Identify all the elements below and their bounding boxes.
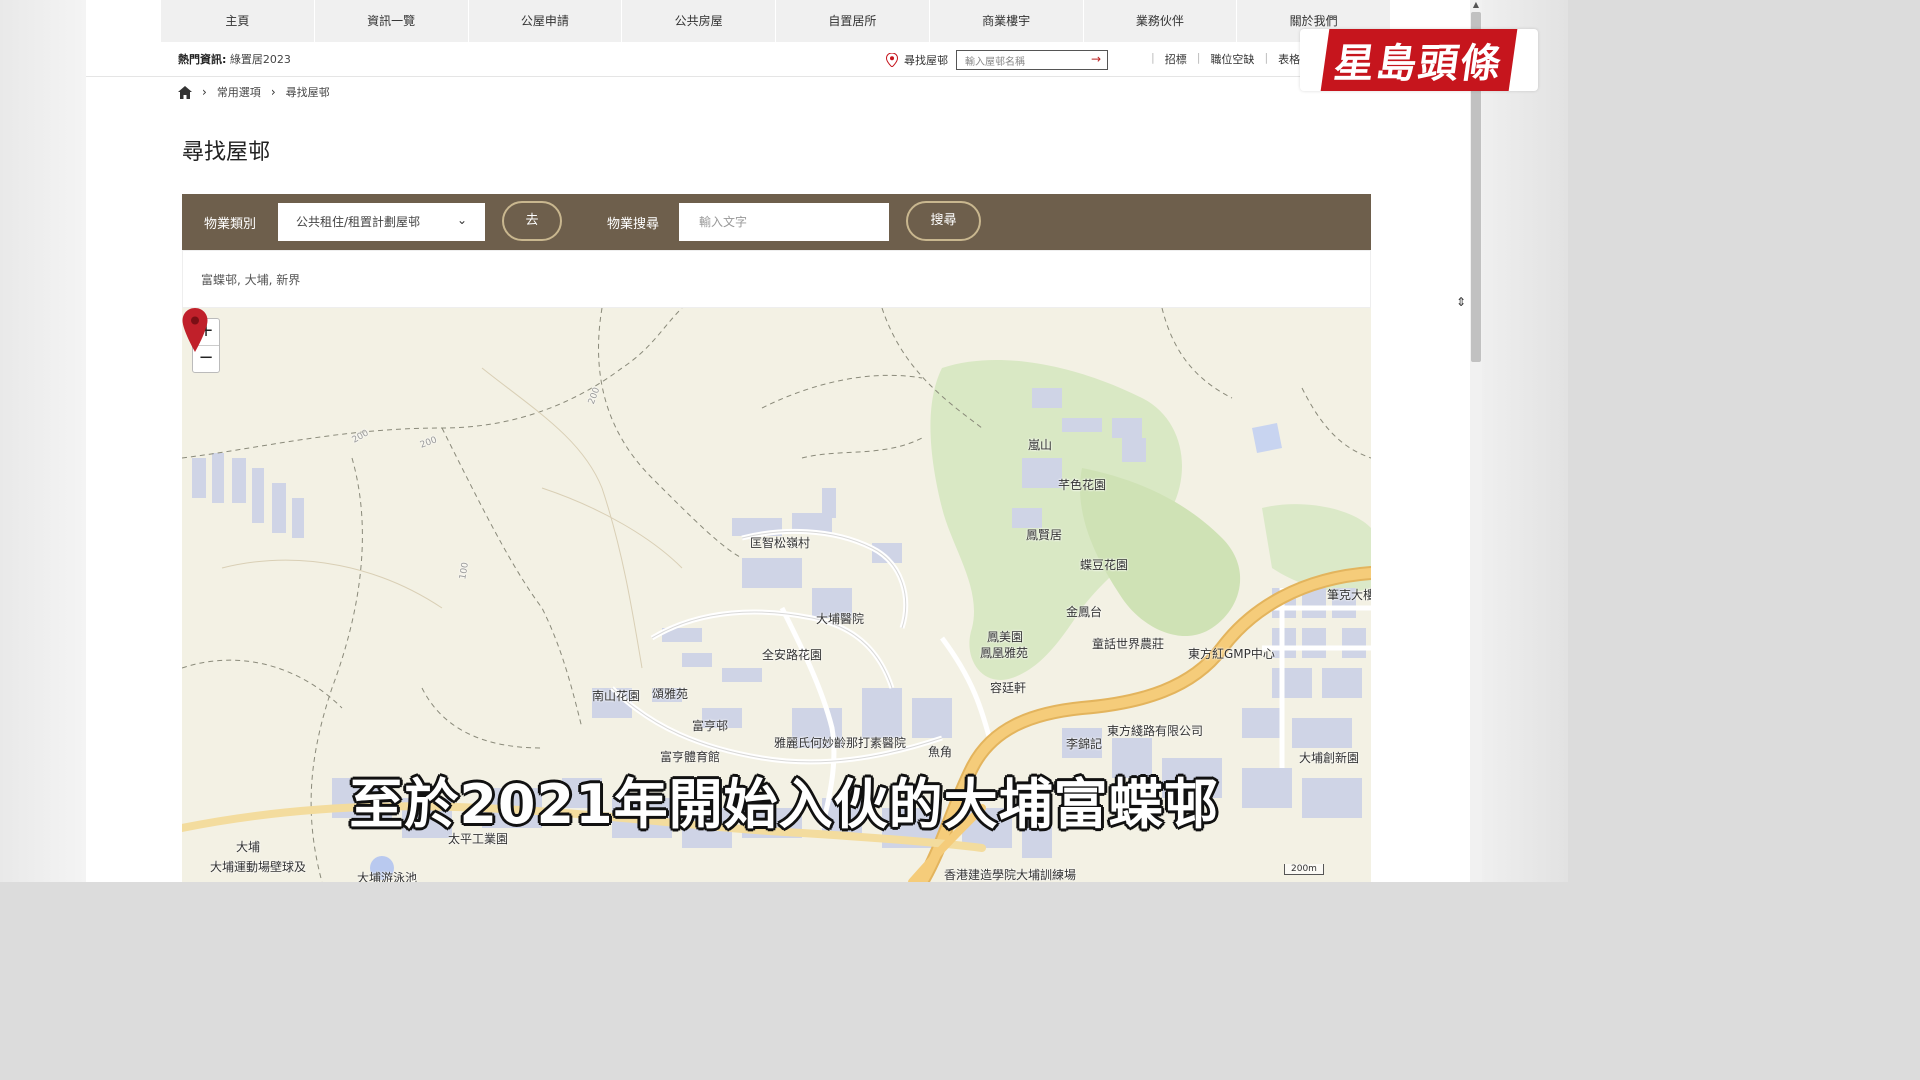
scroll-up-icon[interactable]: ▲ [1471, 0, 1481, 10]
link-tender[interactable]: 招標 [1165, 51, 1187, 67]
map-label: 全安路花園 [762, 648, 823, 662]
map-label: 東方紅GMP中心 [1188, 647, 1275, 661]
divider: | [1264, 51, 1269, 64]
video-caption: 至於2021年開始入伙的大埔富蝶邨 [349, 773, 1219, 836]
nav-application[interactable]: 公屋申請 [469, 0, 623, 42]
map-label: 金鳳台 [1066, 605, 1103, 619]
page-title: 尋找屋邨 [182, 140, 271, 165]
nav-partners[interactable]: 業務伙伴 [1084, 0, 1238, 42]
map-label: 鳳賢居 [1026, 528, 1063, 542]
map-label: 雅麗氏何妙齡那打素醫院 [774, 736, 907, 750]
map-label: 香港建造學院大埔訓練場 [944, 868, 1077, 882]
breadcrumb-common[interactable]: 常用選項 [217, 84, 261, 100]
arrow-right-icon[interactable]: → [1091, 52, 1101, 66]
category-label: 物業類別 [204, 217, 257, 232]
nav-home[interactable]: 主頁 [161, 0, 315, 42]
search-input[interactable]: 輸入文字 [679, 203, 889, 241]
top-navigation: 主頁 資訊一覽 公屋申請 公共房屋 自置居所 商業樓宇 業務伙伴 關於我們 [161, 0, 1391, 42]
link-forms[interactable]: 表格 [1278, 51, 1300, 67]
home-icon[interactable] [178, 85, 192, 99]
search-label: 物業搜尋 [607, 217, 660, 232]
map-label: 芊色花園 [1058, 478, 1107, 492]
nav-commercial[interactable]: 商業樓宇 [930, 0, 1084, 42]
nav-public-housing[interactable]: 公共房屋 [622, 0, 776, 42]
web-page: 主頁 資訊一覽 公屋申請 公共房屋 自置居所 商業樓宇 業務伙伴 關於我們 熱門… [86, 0, 1470, 882]
chevron-down-icon: ⌄ [456, 213, 467, 227]
go-button[interactable]: 去 [502, 201, 562, 241]
hot-info-link[interactable]: 綠置居2023 [230, 53, 291, 66]
estate-name-input[interactable]: 輸入屋邨名稱 → [956, 50, 1108, 70]
map-label: 東方綫路有限公司 [1107, 724, 1204, 738]
logo-watermark: 星島頭條 [1300, 29, 1538, 91]
map-label: 蝶豆花園 [1080, 558, 1129, 572]
map-label: 嵐山 [1028, 438, 1053, 452]
breadcrumb: › 常用選項 › 尋找屋邨 [178, 84, 330, 100]
search-button[interactable]: 搜尋 [906, 201, 981, 241]
map-label: 南山花園 [592, 689, 641, 703]
map-label: 鳳凰雅苑 [980, 646, 1029, 660]
divider: | [1196, 51, 1201, 64]
search-result: 富蝶邨, 大埔, 新界 [182, 250, 1371, 308]
logo-text: 星島頭條 [1320, 29, 1518, 91]
map-label: 富亨邨 [692, 719, 729, 733]
expand-icon[interactable]: ⇕ [1456, 295, 1466, 309]
filter-bar: 物業類別 公共租住/租置計劃屋邨 ⌄ 去 物業搜尋 輸入文字 搜尋 [182, 194, 1371, 250]
nav-info[interactable]: 資訊一覽 [315, 0, 469, 42]
divider: | [1151, 51, 1155, 64]
map-label: 魚角 [928, 745, 953, 759]
estate-finder-label: 尋找屋邨 [904, 54, 948, 67]
hot-info: 熱門資訊: 綠置居2023 [178, 51, 291, 67]
map-label: 筆克大樓 [1327, 588, 1371, 602]
nav-home-ownership[interactable]: 自置居所 [776, 0, 930, 42]
info-bar: 熱門資訊: 綠置居2023 尋找屋邨 輸入屋邨名稱 → | 招標 | 職位空缺 … [86, 42, 1470, 77]
map-label: 李錦記 [1066, 737, 1103, 751]
link-vacancies[interactable]: 職位空缺 [1210, 51, 1254, 67]
background-left [0, 0, 86, 882]
category-value: 公共租住/租置計劃屋邨 [296, 215, 421, 229]
breadcrumb-current: 尋找屋邨 [285, 86, 330, 99]
location-pin-icon [886, 53, 898, 67]
chevron-right-icon: › [202, 85, 207, 99]
search-placeholder: 輸入文字 [699, 215, 748, 229]
map-label: 鳳美園 [987, 630, 1024, 644]
background-right [1482, 0, 1568, 882]
utility-links: | 招標 | 職位空缺 | 表格 [1141, 51, 1300, 67]
map-scale: 200m [1284, 864, 1324, 875]
estate-finder: 尋找屋邨 輸入屋邨名稱 → [886, 50, 1108, 70]
map-label: 匡智松嶺村 [750, 536, 811, 550]
result-estate-link[interactable]: 富蝶邨, 大埔, 新界 [201, 273, 300, 287]
map-label: 容廷軒 [990, 681, 1027, 695]
map-label: 童話世界農莊 [1092, 637, 1165, 651]
map-marker-icon[interactable] [182, 308, 208, 352]
map-label: 大埔醫院 [816, 612, 865, 626]
map-label: 大埔運動場壁球及 [210, 860, 307, 874]
map-label: 大埔游泳池 [357, 871, 418, 882]
chevron-right-icon: › [270, 85, 276, 99]
map-label: 大埔 [236, 840, 261, 854]
hot-info-label: 熱門資訊: [178, 53, 227, 66]
map-label: 頌雅苑 [652, 687, 689, 701]
category-select[interactable]: 公共租住/租置計劃屋邨 ⌄ [278, 203, 485, 241]
estate-name-placeholder: 輸入屋邨名稱 [965, 57, 1025, 68]
